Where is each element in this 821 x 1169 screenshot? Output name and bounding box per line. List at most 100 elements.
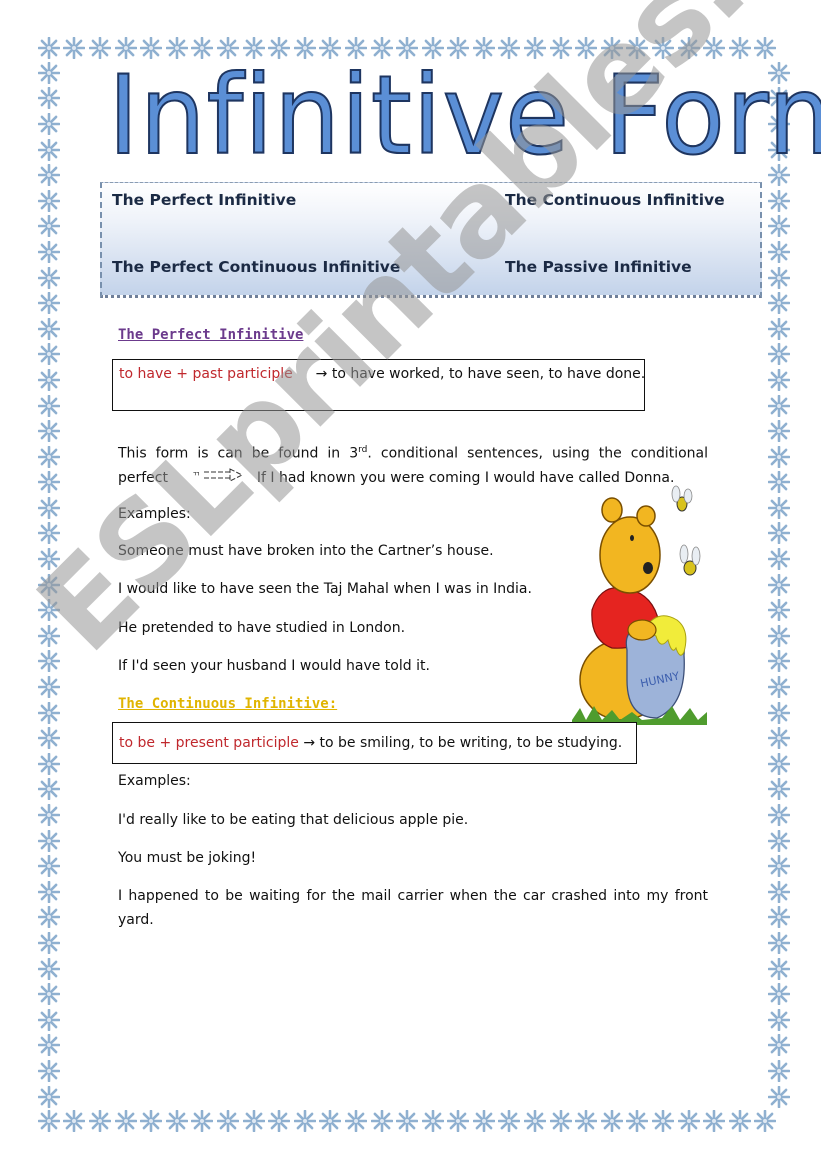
snowflake-icon (36, 188, 62, 214)
topics-box: The Perfect Infinitive The Continuous In… (100, 182, 762, 298)
snowflake-icon (766, 342, 792, 368)
snowflake-icon (36, 162, 62, 188)
snowflake-icon (766, 649, 792, 675)
snowflake-icon (766, 930, 792, 956)
snowflake-icon (471, 1108, 497, 1134)
snowflake-icon (266, 1108, 292, 1134)
snowflake-icon (766, 905, 792, 931)
continuous-formula: to be + present participle (119, 735, 299, 751)
perfect-example: If I'd seen your husband I would have to… (118, 658, 430, 674)
snowflake-icon (36, 418, 62, 444)
snowflake-icon (36, 828, 62, 854)
snowflake-icon (36, 674, 62, 700)
snowflake-icon (36, 597, 62, 623)
continuous-infinitive-heading: The Continuous Infinitive: (118, 696, 338, 712)
snowflake-icon (36, 777, 62, 803)
snowflake-icon (394, 1108, 420, 1134)
topic-passive-infinitive: The Passive Infinitive (505, 258, 692, 276)
topic-perfect-continuous-infinitive: The Perfect Continuous Infinitive (112, 258, 401, 276)
continuous-example: You must be joking! (118, 850, 257, 866)
snowflake-icon (36, 725, 62, 751)
snowflake-icon (650, 1108, 676, 1134)
snowflake-icon (36, 1007, 62, 1033)
svg-text:ᄁ: ᄁ (192, 472, 200, 482)
snowflake-icon (766, 751, 792, 777)
snowflake-icon (766, 853, 792, 879)
snowflake-icon (766, 470, 792, 496)
snowflake-icon (36, 751, 62, 777)
snowflake-icon (36, 572, 62, 598)
snowflake-icon (36, 495, 62, 521)
snowflake-icon (36, 1058, 62, 1084)
snowflake-icon (36, 1108, 62, 1134)
snowflake-icon (420, 1108, 446, 1134)
snowflake-icon (62, 35, 88, 61)
snowflake-icon (766, 393, 792, 419)
arrow-right-icon: ᄁ (192, 466, 246, 490)
snowflake-icon (766, 1033, 792, 1059)
border-left (36, 60, 62, 1109)
snowflake-icon (36, 60, 62, 86)
snowflake-icon (36, 239, 62, 265)
bee-icon (671, 485, 693, 512)
snowflake-icon (164, 1108, 190, 1134)
snowflake-icon (766, 879, 792, 905)
snowflake-icon (87, 1108, 113, 1134)
explanation-text-b: . conditional sentences, using the condi… (367, 445, 709, 462)
snowflake-icon (766, 418, 792, 444)
continuous-example: I happened to be waiting for the mail ca… (118, 884, 708, 932)
snowflake-icon (766, 572, 792, 598)
snowflake-icon (36, 956, 62, 982)
perfect-example: I would like to have seen the Taj Mahal … (118, 581, 532, 597)
snowflake-icon (36, 111, 62, 137)
snowflake-icon (766, 1084, 792, 1110)
snowflake-icon (36, 342, 62, 368)
perfect-examples-label: Examples: (118, 506, 191, 522)
snowflake-icon (766, 956, 792, 982)
continuous-example: I'd really like to be eating that delici… (118, 812, 469, 828)
snowflake-icon (766, 674, 792, 700)
bee-icon (679, 544, 701, 576)
snowflake-icon (36, 930, 62, 956)
snowflake-icon (766, 265, 792, 291)
snowflake-icon (766, 290, 792, 316)
snowflake-icon (497, 1108, 523, 1134)
snowflake-icon (573, 1108, 599, 1134)
snowflake-icon (766, 981, 792, 1007)
border-right (766, 60, 792, 1109)
winnie-the-pooh-illustration: HUNNY (572, 480, 707, 725)
snowflake-icon (766, 444, 792, 470)
explanation-text-a: This form is can be found in 3 (118, 445, 359, 462)
topic-perfect-infinitive: The Perfect Infinitive (112, 191, 297, 209)
snowflake-icon (766, 777, 792, 803)
continuous-formula-examples: → to be smiling, to be writing, to be st… (303, 735, 623, 751)
snowflake-icon (36, 444, 62, 470)
snowflake-icon (36, 853, 62, 879)
snowflake-icon (36, 35, 62, 61)
continuous-example-line2: yard. (118, 912, 154, 928)
snowflake-icon (36, 521, 62, 547)
snowflake-icon (62, 1108, 88, 1134)
snowflake-icon (36, 802, 62, 828)
snowflake-icon (138, 1108, 164, 1134)
snowflake-icon (766, 725, 792, 751)
snowflake-icon (318, 1108, 344, 1134)
snowflake-icon (753, 1108, 779, 1134)
snowflake-icon (369, 1108, 395, 1134)
snowflake-icon (36, 700, 62, 726)
snowflake-icon (766, 802, 792, 828)
snowflake-icon (36, 265, 62, 291)
snowflake-icon (215, 1108, 241, 1134)
snowflake-icon (766, 367, 792, 393)
snowflake-icon (446, 1108, 472, 1134)
snowflake-icon (36, 367, 62, 393)
perfect-example: He pretended to have studied in London. (118, 620, 406, 636)
explanation-sup: rd (358, 445, 368, 455)
snowflake-icon (766, 316, 792, 342)
snowflake-icon (36, 623, 62, 649)
continuous-example-line1: I happened to be waiting for the mail ca… (118, 888, 708, 904)
snowflake-icon (190, 1108, 216, 1134)
snowflake-icon (36, 470, 62, 496)
snowflake-icon (36, 86, 62, 112)
snowflake-icon (766, 700, 792, 726)
